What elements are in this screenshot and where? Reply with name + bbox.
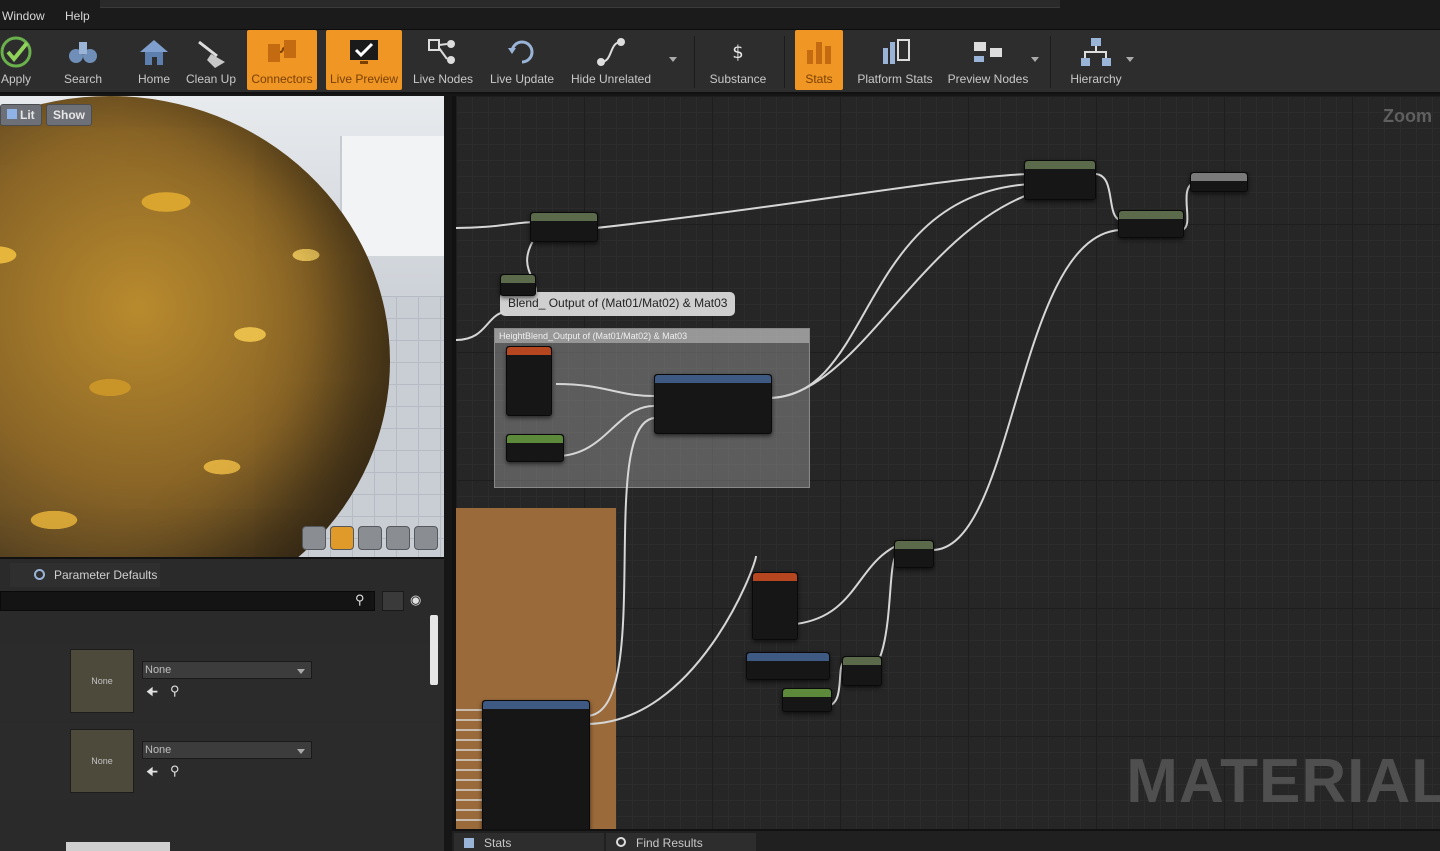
stats-button[interactable]: Stats — [795, 30, 843, 90]
live-nodes-button[interactable]: Live Nodes — [410, 30, 476, 90]
multiply-node[interactable] — [894, 540, 934, 568]
texture-thumbnail[interactable]: None — [70, 729, 134, 793]
connectors-icon — [268, 40, 296, 62]
find-results-tab[interactable]: Find Results — [606, 833, 756, 851]
preview-mesh-button[interactable] — [414, 526, 438, 550]
toolbar-separator — [1050, 36, 1051, 88]
panel-scrollbar[interactable] — [430, 615, 438, 685]
clean-up-button[interactable]: Clean Up — [184, 30, 238, 90]
height-lerp-node[interactable] — [654, 374, 772, 434]
parameter-defaults-tab[interactable]: Parameter Defaults — [10, 563, 160, 587]
texture-thumbnail[interactable]: None — [70, 649, 134, 713]
hide-unrelated-button[interactable]: Hide Unrelated — [568, 30, 654, 90]
home-button[interactable]: Home — [132, 30, 176, 90]
preview-nodes-dropdown[interactable] — [1031, 57, 1039, 62]
view-options-button[interactable] — [382, 591, 404, 611]
details-tab[interactable] — [66, 842, 170, 851]
constant-node[interactable] — [506, 434, 564, 462]
broom-icon — [198, 40, 225, 68]
texture-combo[interactable]: None — [142, 661, 312, 679]
browse-search-icon[interactable]: ⚲ — [170, 683, 180, 699]
material-watermark: MATERIAL — [1126, 747, 1440, 816]
preview-cube-button[interactable] — [386, 526, 410, 550]
material-output-node[interactable] — [1190, 172, 1248, 192]
stats-tab[interactable]: Stats — [454, 833, 604, 851]
search-button[interactable]: Search — [60, 30, 106, 90]
material-node[interactable] — [530, 212, 598, 242]
monitor-icon — [350, 40, 378, 64]
preview-plane-button[interactable] — [358, 526, 382, 550]
hide-unrelated-dropdown[interactable] — [669, 57, 677, 62]
add-node[interactable] — [842, 656, 882, 686]
preview-nodes-button[interactable]: Preview Nodes — [944, 30, 1032, 90]
toolbar-separator — [784, 36, 785, 88]
scalar-parameter-node[interactable] — [782, 688, 832, 712]
preview-nodes-icon — [974, 42, 1002, 62]
node-wires — [456, 173, 1197, 821]
document-tab-strip — [100, 0, 1060, 8]
material-preview-viewport[interactable]: Lit Show — [0, 96, 444, 557]
hierarchy-icon — [1081, 38, 1111, 66]
set-material-attributes-node[interactable] — [1118, 210, 1184, 238]
menu-help[interactable]: Help — [65, 9, 90, 23]
material-graph-canvas[interactable]: Zoom HeightBlend_Output of (Mat01/Mat02)… — [452, 96, 1440, 829]
lit-cube-icon — [7, 109, 17, 119]
platform-stats-icon — [883, 39, 910, 64]
vertex-color-node-2[interactable] — [752, 572, 798, 640]
hide-unrelated-icon — [597, 38, 625, 66]
hierarchy-dropdown[interactable] — [1126, 57, 1134, 62]
menu-bar: Window Help — [0, 0, 1440, 30]
hierarchy-button[interactable]: Hierarchy — [1064, 30, 1128, 90]
platform-stats-button[interactable]: Platform Stats — [853, 30, 937, 90]
use-selected-arrow-icon[interactable]: 🠈 — [146, 683, 158, 705]
vertex-color-node[interactable] — [506, 346, 552, 416]
toolbar: Apply Search Home Clean Up Connectors Li… — [0, 30, 1440, 94]
menu-window[interactable]: Window — [2, 9, 45, 23]
search-icon[interactable]: ⚲ — [355, 592, 365, 608]
binoculars-icon — [69, 42, 97, 63]
preview-cylinder-button[interactable] — [302, 526, 326, 550]
browse-search-icon[interactable]: ⚲ — [170, 763, 180, 779]
parameter-icon — [34, 569, 45, 580]
parameter-defaults-panel: Parameter Defaults ⚲ ◉ None None 🠈 ⚲ Non… — [0, 557, 444, 851]
bar-chart-icon — [807, 42, 831, 64]
input-wire-bundle — [456, 709, 484, 821]
eye-icon[interactable]: ◉ — [410, 592, 421, 608]
stats-icon — [464, 838, 474, 848]
parameter-row: None None 🠈 ⚲ — [0, 643, 440, 721]
parameter-search-input[interactable] — [0, 591, 375, 611]
toolbar-separator — [694, 36, 695, 88]
apply-button[interactable]: Apply — [0, 30, 38, 90]
substance-icon: $ — [732, 42, 743, 63]
show-menu-button[interactable]: Show — [46, 104, 92, 126]
use-selected-arrow-icon[interactable]: 🠈 — [146, 763, 158, 785]
live-preview-button[interactable]: Live Preview — [326, 30, 402, 90]
live-nodes-icon — [428, 39, 455, 64]
preview-sphere-button[interactable] — [330, 526, 354, 550]
svg-text:$: $ — [732, 42, 743, 63]
checkmark-icon — [0, 36, 32, 68]
substance-button[interactable]: $ Substance — [704, 30, 772, 90]
refresh-icon — [508, 40, 534, 64]
texture-combo[interactable]: None — [142, 741, 312, 759]
blend-material-attributes-node[interactable] — [1024, 160, 1096, 200]
live-update-button[interactable]: Live Update — [486, 30, 558, 90]
bottom-tab-bar: Stats Find Results — [452, 829, 1440, 851]
lerp-node[interactable] — [500, 274, 536, 296]
lit-mode-button[interactable]: Lit — [0, 104, 42, 126]
parameter-row: None None 🠈 ⚲ — [0, 723, 440, 801]
texture-parameter-node[interactable] — [746, 652, 830, 680]
home-icon — [140, 40, 168, 65]
make-material-attributes-node[interactable] — [482, 700, 590, 829]
connectors-button[interactable]: Connectors — [247, 30, 317, 90]
find-results-icon — [616, 837, 626, 847]
